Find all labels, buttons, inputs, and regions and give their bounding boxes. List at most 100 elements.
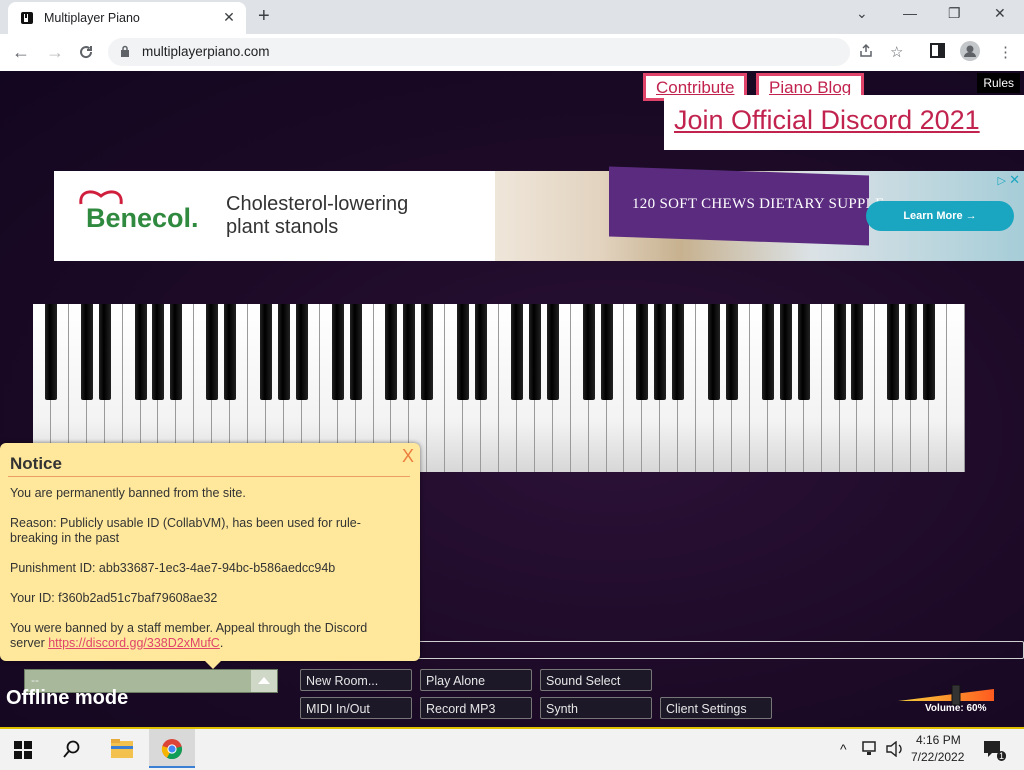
- menu-dots-icon[interactable]: ⋮: [998, 43, 1013, 61]
- black-key[interactable]: [726, 304, 738, 400]
- black-key[interactable]: [833, 304, 846, 400]
- close-window-button[interactable]: ✕: [994, 5, 1006, 22]
- black-key[interactable]: [851, 304, 864, 400]
- synth-button[interactable]: Synth: [540, 697, 652, 719]
- notice-body: You are permanently banned from the site…: [10, 486, 405, 666]
- browser-toolbar: ← → multiplayerpiano.com ☆ ⋮: [0, 34, 1024, 72]
- reload-icon[interactable]: [78, 44, 94, 60]
- bookmark-star-icon[interactable]: ☆: [890, 43, 903, 61]
- black-key[interactable]: [457, 304, 470, 400]
- windows-taskbar: ^ 4:16 PM 7/22/2022 1: [0, 727, 1024, 770]
- black-key[interactable]: [98, 304, 111, 400]
- black-key[interactable]: [779, 304, 792, 400]
- ban-notice-popup: Notice X You are permanently banned from…: [0, 443, 420, 661]
- black-key[interactable]: [546, 304, 559, 400]
- tray-chevron-icon[interactable]: ^: [840, 741, 847, 757]
- black-key[interactable]: [761, 304, 774, 400]
- black-key[interactable]: [475, 304, 488, 400]
- ad-brand-logo: Benecol.: [86, 203, 199, 233]
- discord-appeal-link[interactable]: https://discord.gg/338D2xMufC: [48, 636, 220, 650]
- restore-window-button[interactable]: ❐: [948, 5, 961, 22]
- black-key[interactable]: [170, 304, 183, 400]
- black-key[interactable]: [80, 304, 93, 400]
- black-key[interactable]: [44, 304, 57, 400]
- black-key[interactable]: [600, 304, 613, 400]
- black-key[interactable]: [672, 304, 685, 400]
- notice-appeal: You were banned by a staff member. Appea…: [10, 621, 405, 651]
- notice-your-id: Your ID: f360b2ad51c7baf79608ae32: [10, 591, 218, 605]
- black-key[interactable]: [295, 304, 308, 400]
- black-key[interactable]: [654, 304, 667, 400]
- notice-punishment-id: Punishment ID: abb33687-1ec3-4ae7-94bc-b…: [10, 561, 336, 575]
- client-settings-button[interactable]: Client Settings: [660, 697, 772, 719]
- discord-banner[interactable]: Join Official Discord 2021: [664, 95, 1024, 150]
- volume-label: Volume: 60%: [925, 703, 987, 714]
- black-key[interactable]: [134, 304, 147, 400]
- black-key[interactable]: [152, 304, 165, 400]
- side-panel-icon[interactable]: [930, 43, 945, 58]
- windows-start-icon[interactable]: [14, 741, 32, 759]
- black-key[interactable]: [887, 304, 900, 400]
- black-key[interactable]: [797, 304, 810, 400]
- black-key[interactable]: [510, 304, 523, 400]
- black-key[interactable]: [331, 304, 344, 400]
- address-bar[interactable]: multiplayerpiano.com: [108, 38, 850, 66]
- tab-multiplayer-piano[interactable]: Multiplayer Piano ✕: [8, 2, 246, 34]
- search-icon[interactable]: [63, 740, 81, 758]
- black-key[interactable]: [582, 304, 595, 400]
- record-mp3-button[interactable]: Record MP3: [420, 697, 532, 719]
- black-key[interactable]: [260, 304, 272, 400]
- profile-avatar-icon[interactable]: [960, 41, 980, 61]
- black-key[interactable]: [206, 304, 219, 400]
- white-key[interactable]: [947, 304, 965, 472]
- black-key[interactable]: [403, 304, 416, 400]
- notice-close-button[interactable]: X: [402, 446, 414, 467]
- new-tab-button[interactable]: +: [258, 5, 270, 28]
- clock-date[interactable]: 7/22/2022: [911, 750, 964, 764]
- new-room-button[interactable]: New Room...: [300, 669, 412, 691]
- share-icon[interactable]: [858, 43, 874, 59]
- black-key[interactable]: [923, 304, 936, 400]
- lock-icon: [121, 45, 129, 57]
- black-key[interactable]: [636, 304, 649, 400]
- sound-select-button[interactable]: Sound Select: [540, 669, 652, 691]
- black-key[interactable]: [528, 304, 541, 400]
- ad-close-icon[interactable]: ✕: [1009, 172, 1020, 188]
- rules-button[interactable]: Rules: [977, 73, 1020, 93]
- room-select-expand-icon[interactable]: [251, 670, 277, 692]
- chrome-taskbar-button[interactable]: [149, 729, 195, 768]
- piano-page: Rules Contribute Piano Blog Join Officia…: [0, 71, 1024, 727]
- forward-icon[interactable]: →: [46, 42, 64, 63]
- clock-time[interactable]: 4:16 PM: [916, 733, 961, 747]
- back-icon[interactable]: ←: [12, 42, 30, 63]
- ad-product-box-text: 120 SOFT CHEWS DIETARY SUPPLE: [632, 196, 885, 212]
- notice-pointer: [205, 661, 221, 669]
- black-key[interactable]: [421, 304, 434, 400]
- discord-link[interactable]: Join Official Discord 2021: [674, 105, 980, 136]
- chat-input[interactable]: [418, 641, 1024, 659]
- tab-title: Multiplayer Piano: [44, 11, 140, 25]
- browser-tab-bar: Multiplayer Piano ✕ + ⌄ — ❐ ✕: [0, 0, 1024, 34]
- network-icon[interactable]: [862, 741, 880, 757]
- black-key[interactable]: [708, 304, 721, 400]
- black-key[interactable]: [385, 304, 398, 400]
- ad-headline-line2: plant stanols: [226, 216, 339, 238]
- adchoices-icon[interactable]: ▷: [998, 174, 1006, 187]
- black-key[interactable]: [905, 304, 918, 400]
- notice-title: Notice: [10, 454, 62, 473]
- tab-search-icon[interactable]: ⌄: [856, 5, 868, 22]
- notice-ban-line: You are permanently banned from the site…: [10, 486, 246, 500]
- ad-headline: Cholesterol-lowering plant stanols: [226, 193, 408, 239]
- play-alone-button[interactable]: Play Alone: [420, 669, 532, 691]
- ad-banner[interactable]: Benecol. Cholesterol-lowering plant stan…: [54, 166, 1024, 261]
- file-explorer-icon[interactable]: [111, 739, 133, 759]
- speaker-icon[interactable]: [886, 741, 904, 757]
- midi-button[interactable]: MIDI In/Out: [300, 697, 412, 719]
- notification-count: 1: [997, 751, 1007, 761]
- ad-learn-more-button[interactable]: Learn More →: [866, 201, 1014, 231]
- black-key[interactable]: [349, 304, 362, 400]
- tab-close-icon[interactable]: ✕: [220, 9, 238, 26]
- black-key[interactable]: [224, 304, 237, 400]
- minimize-window-button[interactable]: —: [903, 5, 917, 21]
- black-key[interactable]: [277, 304, 290, 400]
